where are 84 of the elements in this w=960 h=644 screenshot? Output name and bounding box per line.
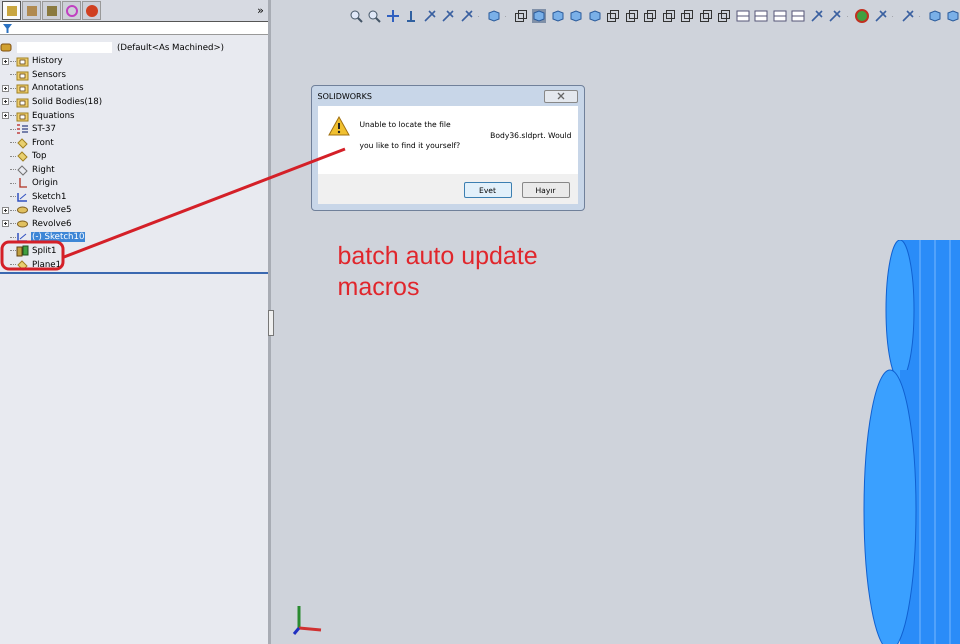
- tree-item[interactable]: Split1: [31, 246, 58, 256]
- viewport-icon[interactable]: [791, 9, 805, 23]
- folder-icon: [16, 68, 29, 81]
- panel-tab[interactable]: [2, 1, 21, 20]
- tree-item[interactable]: ST-37: [31, 124, 57, 134]
- expand-icon[interactable]: [2, 112, 9, 119]
- tree-item[interactable]: Right: [31, 164, 56, 175]
- tool-icon[interactable]: [441, 9, 455, 23]
- tool-icon[interactable]: [460, 9, 474, 23]
- wireframe-cube-icon[interactable]: [717, 9, 731, 23]
- disc-icon: [84, 4, 98, 18]
- wireframe-cube-icon[interactable]: [606, 9, 620, 23]
- material-icon: [16, 123, 29, 136]
- tool-icon[interactable]: [828, 9, 842, 23]
- folder-icon: [16, 110, 29, 122]
- cube-icon[interactable]: [486, 9, 500, 23]
- plane-icon: [16, 150, 29, 162]
- pan-icon[interactable]: [386, 9, 400, 23]
- tree-item[interactable]: Top: [31, 151, 48, 162]
- expand-icon[interactable]: [2, 84, 9, 92]
- expand-icon[interactable]: [2, 98, 9, 106]
- tree-item[interactable]: Sketch1: [31, 192, 68, 202]
- dialog-title: SOLIDWORKS: [318, 92, 372, 100]
- cube-icon[interactable]: [946, 9, 960, 23]
- cube-icon[interactable]: [569, 9, 583, 23]
- tree-item[interactable]: Annotations: [31, 83, 85, 94]
- square-icon: [4, 4, 18, 18]
- tool-icon[interactable]: [900, 9, 914, 23]
- folder-icon: [16, 82, 29, 94]
- configuration-label: (Default<As Machined>): [116, 42, 226, 53]
- tree-item[interactable]: Revolve5: [31, 205, 72, 216]
- wireframe-cube-icon[interactable]: [514, 9, 528, 23]
- tool-icon[interactable]: [874, 9, 888, 23]
- annotation-text: macros: [338, 272, 420, 303]
- wireframe-cube-icon[interactable]: [698, 9, 712, 23]
- viewport-icon[interactable]: [772, 9, 786, 23]
- viewport-icon[interactable]: [754, 9, 768, 23]
- ring-icon: [64, 4, 78, 18]
- square-icon: [24, 4, 38, 18]
- split-icon: [16, 244, 29, 257]
- expand-icon[interactable]: [2, 220, 9, 228]
- cube-icon[interactable]: [588, 9, 602, 23]
- expand-icon[interactable]: [2, 58, 9, 65]
- wireframe-cube-icon[interactable]: [643, 9, 657, 23]
- tree-item[interactable]: Solid Bodies(18): [31, 96, 104, 107]
- revolve-icon: [16, 204, 29, 216]
- tree-item[interactable]: (-) Sketch10: [31, 232, 86, 242]
- expand-icon[interactable]: [2, 206, 9, 214]
- tree-item[interactable]: Equations: [31, 110, 76, 120]
- color-ball-icon[interactable]: [855, 9, 869, 23]
- close-icon: [556, 92, 564, 100]
- folder-icon: [16, 96, 29, 108]
- wireframe-cube-icon[interactable]: [662, 9, 676, 23]
- zoom-icon[interactable]: [348, 9, 362, 23]
- plane-icon: [16, 136, 29, 149]
- panel-tab[interactable]: [82, 1, 101, 20]
- part-icon: [0, 42, 13, 54]
- warning-icon: [328, 116, 350, 136]
- tree-item[interactable]: Sensors: [31, 70, 67, 80]
- cube-icon[interactable]: [928, 9, 942, 23]
- tree-item[interactable]: Plane1: [31, 260, 62, 270]
- sketch-icon: [16, 190, 29, 203]
- more-tabs-button[interactable]: »: [257, 4, 264, 17]
- sketch-icon: [16, 231, 29, 244]
- wireframe-cube-icon[interactable]: [624, 9, 638, 23]
- folder-icon: [16, 55, 29, 68]
- tool-icon[interactable]: [810, 9, 824, 23]
- close-button[interactable]: [544, 90, 578, 102]
- panel-tab[interactable]: [62, 1, 81, 20]
- tree-item[interactable]: Revolve6: [31, 218, 72, 229]
- viewport-icon[interactable]: [736, 9, 750, 23]
- tree-item[interactable]: History: [31, 56, 64, 66]
- wireframe-cube-icon[interactable]: [680, 9, 694, 23]
- square-icon: [44, 4, 58, 18]
- plane-icon: [16, 164, 29, 176]
- rotate-icon[interactable]: [404, 9, 418, 23]
- cube-icon[interactable]: [550, 9, 564, 23]
- revolve-icon: [16, 218, 29, 230]
- tree-item[interactable]: Front: [31, 138, 55, 148]
- annotation-text: batch auto update: [338, 241, 538, 272]
- tree-item[interactable]: Origin: [31, 178, 59, 188]
- zoom-icon[interactable]: [367, 9, 381, 23]
- cube-icon[interactable]: [532, 9, 546, 23]
- tool-icon[interactable]: [422, 9, 436, 23]
